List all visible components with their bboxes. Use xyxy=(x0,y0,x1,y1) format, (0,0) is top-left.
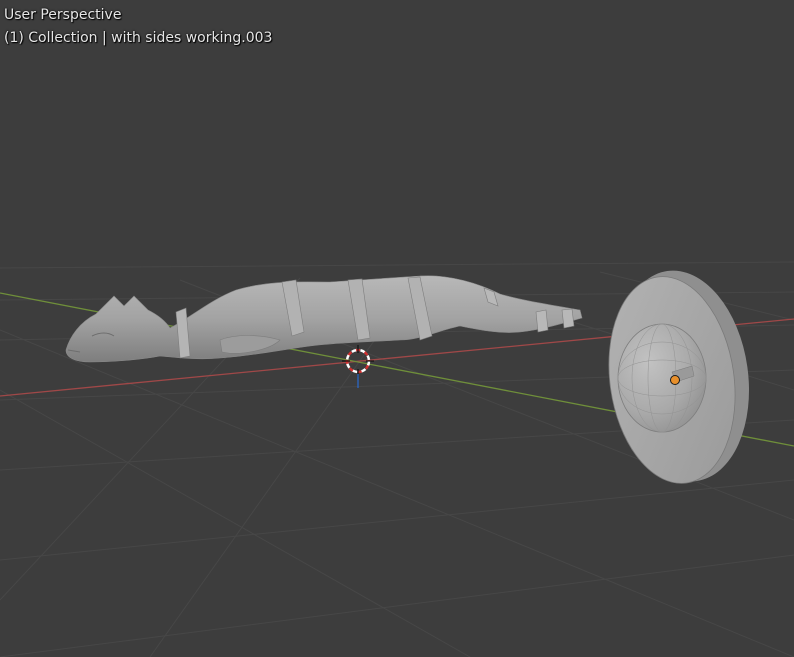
collection-info-label: (1) Collection | with sides working.003 xyxy=(4,30,273,46)
3d-cursor-icon[interactable] xyxy=(342,345,374,388)
view-name-label: User Perspective xyxy=(4,7,122,23)
cat-sculpture-mesh[interactable] xyxy=(65,275,583,363)
viewport-scene[interactable] xyxy=(0,0,794,657)
3d-viewport[interactable]: User Perspective (1) Collection | with s… xyxy=(0,0,794,657)
object-origin-point xyxy=(670,375,680,385)
disc-with-dome-mesh[interactable] xyxy=(596,262,762,492)
